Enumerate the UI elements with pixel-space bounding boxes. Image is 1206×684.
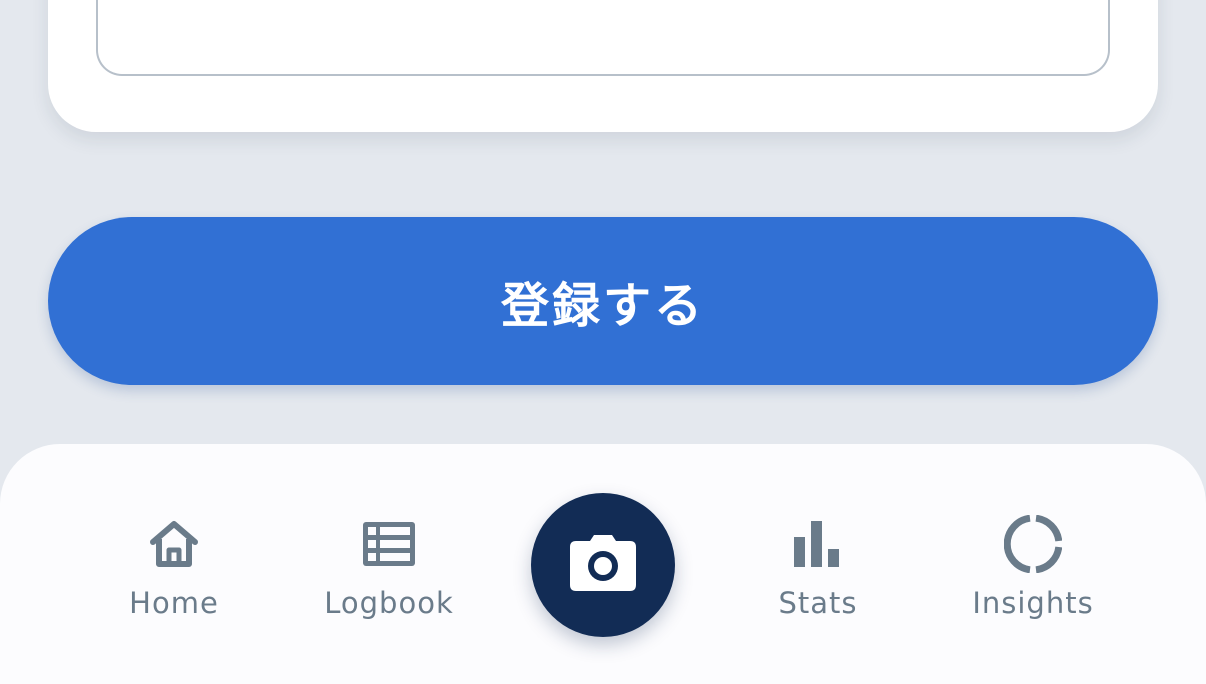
register-button[interactable]: 登録する xyxy=(48,217,1158,385)
bottom-nav: Home Logbook Stats Insights xyxy=(0,444,1206,684)
nav-label-home: Home xyxy=(129,586,219,620)
nav-item-logbook[interactable]: Logbook xyxy=(299,514,479,634)
form-card xyxy=(48,0,1158,132)
camera-icon xyxy=(568,533,638,597)
home-icon xyxy=(144,514,204,574)
donut-chart-icon xyxy=(1003,514,1063,574)
list-icon xyxy=(359,514,419,574)
nav-item-home[interactable]: Home xyxy=(84,514,264,634)
bar-chart-icon xyxy=(788,514,848,574)
nav-item-stats[interactable]: Stats xyxy=(728,514,908,634)
nav-item-insights[interactable]: Insights xyxy=(943,514,1123,634)
nav-label-logbook: Logbook xyxy=(324,586,454,620)
nav-label-insights: Insights xyxy=(972,586,1094,620)
camera-button[interactable] xyxy=(531,493,675,637)
memo-textarea[interactable] xyxy=(96,0,1110,76)
nav-label-stats: Stats xyxy=(778,586,858,620)
